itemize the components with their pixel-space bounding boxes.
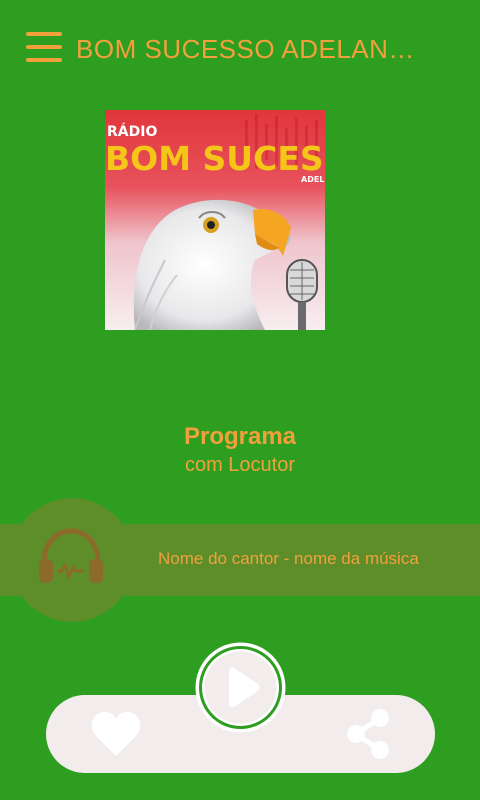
station-cover-art: RÁDIO BOM SUCES ADEL xyxy=(105,110,325,330)
cover-text-name: BOM SUCES xyxy=(105,139,324,178)
program-title: Programa xyxy=(183,423,297,450)
app-title: BOM SUCESSO ADELANDIA xyxy=(76,34,416,64)
now-playing-text: Nome do cantor - nome da música xyxy=(158,549,419,568)
program-info: Programa com Locutor xyxy=(0,422,480,478)
play-button[interactable] xyxy=(194,641,287,734)
app-bar: BOM SUCESSO ADELANDIA xyxy=(0,0,480,100)
program-host: com Locutor xyxy=(184,454,296,476)
heart-icon[interactable] xyxy=(90,710,142,758)
share-icon[interactable] xyxy=(344,708,392,760)
hamburger-menu-icon[interactable] xyxy=(26,32,64,66)
cover-text-city: ADEL xyxy=(301,175,324,184)
headphones-icon xyxy=(36,525,106,587)
cover-text-radio: RÁDIO xyxy=(107,123,157,140)
